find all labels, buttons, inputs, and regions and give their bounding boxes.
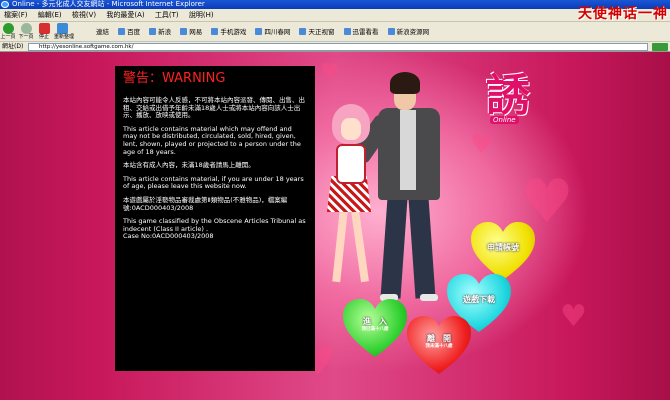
leave-button[interactable]: 離 開 我未滿十八歲 (407, 316, 471, 374)
window-title: Online - 多元化成人交友網站 - Microsoft Internet … (12, 0, 205, 8)
link-item[interactable]: 网易 (180, 26, 202, 38)
address-input[interactable]: http://yesonline.softgame.com.hk/ (28, 43, 648, 51)
warning-title: 警告：WARNING (123, 71, 226, 86)
link-item[interactable]: 新浪资源网 (387, 26, 429, 38)
refresh-icon (56, 23, 68, 34)
menu-favorites[interactable]: 我的最愛(A) (102, 9, 148, 22)
menu-bar: 檔案(F) 編輯(E) 檢視(V) 我的最愛(A) 工具(T) 說明(H) (0, 9, 670, 22)
classification-en: This game classified by the Obscene Arti… (123, 217, 306, 233)
page-icon (211, 28, 219, 35)
page-icon (180, 28, 188, 35)
decorative-heart-icon: ♥ (470, 130, 494, 160)
decorative-heart-icon: ♥ (320, 60, 340, 85)
page-content: ♥ ♥ ♥ ♥ ♥ 警告：WARNING 本站內容可能令人反感，不可將本站內容派… (0, 52, 670, 400)
decorative-heart-icon: ♥ (520, 167, 574, 237)
link-item[interactable]: 迅雷看看 (343, 26, 379, 38)
link-item[interactable]: 四川春网 (255, 26, 290, 38)
page-icon (299, 28, 307, 35)
link-item[interactable]: 天正视窗 (299, 26, 334, 38)
page-icon (255, 28, 263, 35)
stop-icon (38, 23, 50, 34)
menu-edit[interactable]: 編輯(E) (34, 9, 66, 22)
warning-text-zh-2: 本站含有成人內容，未滿18歲者請馬上離開。 (123, 161, 255, 170)
page-icon (343, 28, 351, 35)
warning-text-zh-1: 本站內容可能令人反感，不可將本站內容派發、傳閱、出售、出租、交給或出借予年齡未滿… (123, 96, 305, 120)
go-arrow-icon[interactable] (652, 43, 668, 51)
menu-help[interactable]: 說明(H) (185, 9, 218, 22)
refresh-button[interactable]: 重新整理 (54, 23, 74, 41)
warning-text-en-2: This article contains material, if you a… (123, 174, 304, 191)
back-arrow-icon (2, 23, 14, 34)
forward-arrow-icon (20, 23, 32, 34)
menu-view[interactable]: 檢視(V) (68, 9, 100, 22)
page-icon (118, 28, 126, 35)
case-number: Case No:0ACD000403/2008 (123, 232, 214, 241)
forward-button[interactable]: 下一頁 (18, 23, 34, 41)
toolbar: 上一頁 下一頁 停止 重新整理 連結 百度 新浪 网易 手机游戏 四川春网 天正… (0, 22, 670, 42)
menu-file[interactable]: 檔案(F) (0, 9, 32, 22)
address-bar: 網址(D) http://yesonline.softgame.com.hk/ (0, 42, 670, 52)
links-bar: 連結 百度 新浪 网易 手机游戏 四川春网 天正视窗 迅雷看看 新浪资源网 (96, 26, 436, 38)
stop-button[interactable]: 停止 (36, 23, 52, 41)
decorative-heart-icon: ♥ (560, 299, 587, 334)
register-account-button[interactable]: 申請帳號 (471, 222, 535, 280)
ie-logo-icon (1, 1, 9, 8)
enter-button[interactable]: 進 入 我已滿十八歲 (343, 299, 407, 357)
warning-panel: 警告：WARNING 本站內容可能令人反感，不可將本站內容派發、傳閱、出售、出租… (115, 66, 315, 371)
page-icon (149, 28, 157, 35)
page-icon (387, 28, 395, 35)
brand-overlay: 天使神话一神 (578, 6, 668, 22)
address-label: 網址(D) (2, 43, 24, 50)
link-item[interactable]: 百度 (118, 26, 140, 38)
link-item[interactable]: 手机游戏 (211, 26, 246, 38)
game-logo: 誘 Online (486, 70, 530, 124)
menu-tools[interactable]: 工具(T) (151, 9, 183, 22)
warning-text-en-1: This article contains material which may… (123, 124, 301, 156)
window-title-bar: Online - 多元化成人交友網站 - Microsoft Internet … (0, 0, 670, 9)
link-item[interactable]: 新浪 (149, 26, 171, 38)
classification-zh: 本遊戲屬於淫褻物品審裁處第Ⅱ類物品(不雅物品)，檔案編號:0ACD000403/… (123, 195, 288, 212)
back-button[interactable]: 上一頁 (0, 23, 16, 41)
links-label: 連結 (96, 28, 109, 36)
